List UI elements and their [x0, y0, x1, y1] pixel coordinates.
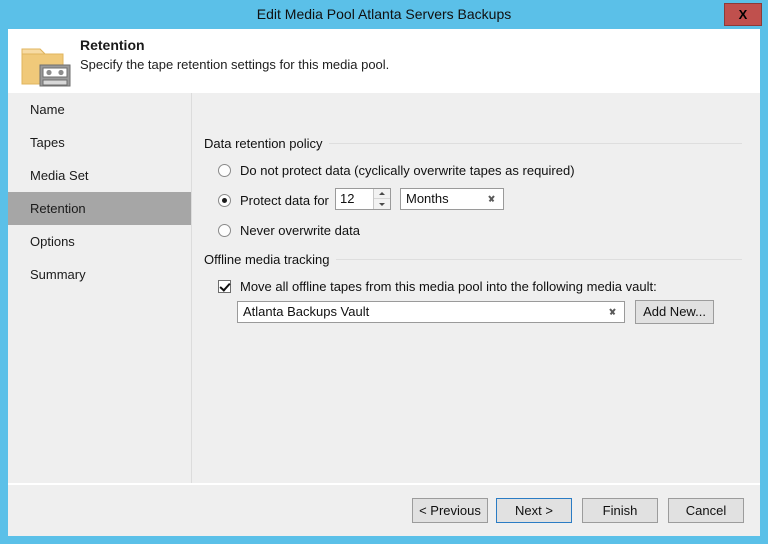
- next-button[interactable]: Next >: [496, 498, 572, 523]
- radio-do-not-protect[interactable]: [218, 164, 231, 177]
- sidebar-item-summary[interactable]: Summary: [8, 258, 191, 291]
- finish-button[interactable]: Finish: [582, 498, 658, 523]
- stepper-buttons: [373, 189, 390, 209]
- page-subtitle: Specify the tape retention settings for …: [80, 57, 389, 72]
- radio-label-never-overwrite: Never overwrite data: [240, 223, 360, 238]
- sidebar-item-retention[interactable]: Retention: [8, 192, 191, 225]
- radio-row-never-overwrite[interactable]: Never overwrite data: [218, 223, 360, 238]
- close-icon[interactable]: X: [724, 3, 762, 26]
- retention-group-label: Data retention policy: [204, 136, 329, 151]
- offline-group-label: Offline media tracking: [204, 252, 336, 267]
- dialog-footer: < Previous Next > Finish Cancel: [8, 485, 760, 536]
- previous-button[interactable]: < Previous: [412, 498, 488, 523]
- add-new-button[interactable]: Add New...: [635, 300, 714, 324]
- radio-label-do-not-protect: Do not protect data (cyclically overwrit…: [240, 163, 575, 178]
- folder-tape-icon: [20, 43, 72, 91]
- offline-group-rule: [316, 259, 742, 260]
- sidebar-item-options[interactable]: Options: [8, 225, 191, 258]
- sidebar-item-media-set[interactable]: Media Set: [8, 159, 191, 192]
- sidebar-item-tapes[interactable]: Tapes: [8, 126, 191, 159]
- sidebar-item-name[interactable]: Name: [8, 93, 191, 126]
- dialog-header: Retention Specify the tape retention set…: [8, 29, 760, 93]
- window-title: Edit Media Pool Atlanta Servers Backups: [0, 0, 768, 29]
- page-title: Retention: [80, 37, 145, 53]
- radio-protect-for[interactable]: [218, 194, 231, 207]
- radio-row-do-not-protect[interactable]: Do not protect data (cyclically overwrit…: [218, 163, 575, 178]
- radio-row-protect-for[interactable]: Protect data for: [218, 193, 329, 208]
- offline-move-checkbox[interactable]: [218, 280, 231, 293]
- radio-label-protect-for: Protect data for: [240, 193, 329, 208]
- dialog-client-area: Retention Specify the tape retention set…: [8, 29, 760, 536]
- retention-unit-value: Months: [406, 189, 449, 209]
- media-vault-value: Atlanta Backups Vault: [243, 302, 369, 322]
- main-content: Data retention policy Do not protect dat…: [192, 93, 760, 483]
- offline-move-checkbox-row[interactable]: Move all offline tapes from this media p…: [218, 279, 657, 294]
- offline-move-label: Move all offline tapes from this media p…: [240, 279, 657, 294]
- stepper-down-icon[interactable]: [374, 199, 390, 209]
- cancel-button[interactable]: Cancel: [668, 498, 744, 523]
- chevron-down-icon: [608, 309, 617, 315]
- media-vault-select[interactable]: Atlanta Backups Vault: [237, 301, 625, 323]
- stepper-up-icon[interactable]: [374, 189, 390, 199]
- wizard-sidebar: Name Tapes Media Set Retention Options S…: [8, 93, 191, 483]
- radio-never-overwrite[interactable]: [218, 224, 231, 237]
- dialog-window: Edit Media Pool Atlanta Servers Backups …: [0, 0, 768, 544]
- retention-period-value: 12: [340, 189, 354, 209]
- chevron-down-icon: [487, 196, 496, 202]
- title-bar: Edit Media Pool Atlanta Servers Backups …: [0, 0, 768, 29]
- retention-group-rule: [310, 143, 742, 144]
- retention-unit-select[interactable]: Months: [400, 188, 504, 210]
- retention-period-stepper[interactable]: 12: [335, 188, 391, 210]
